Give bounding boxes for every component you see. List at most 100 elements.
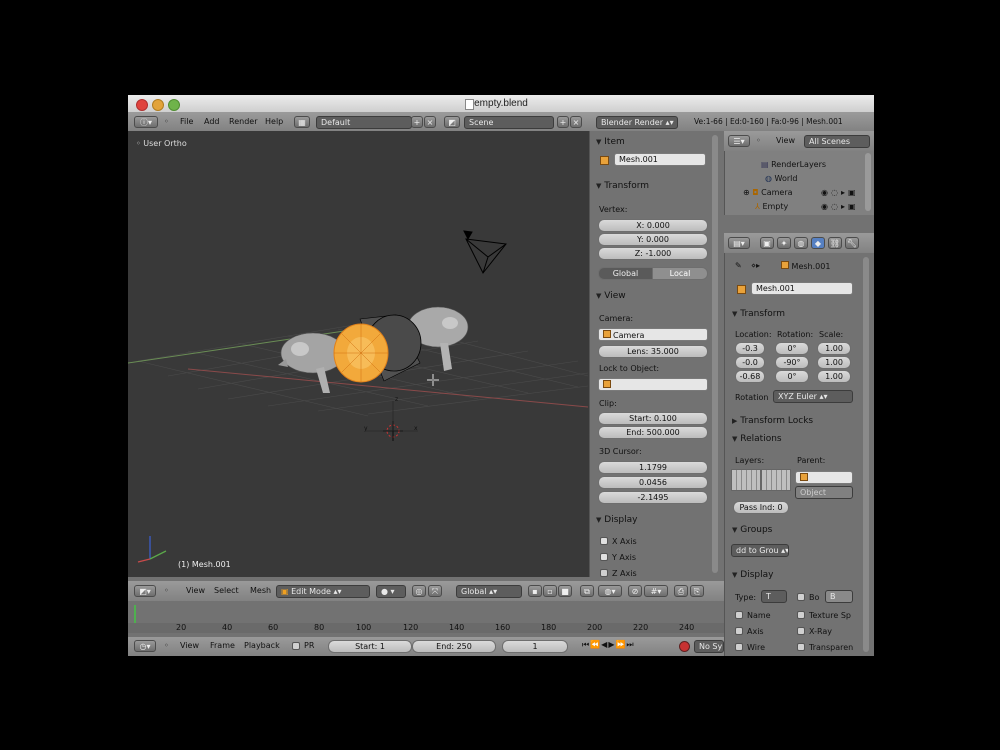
shelf-scrollbar[interactable]	[712, 135, 718, 573]
x-axis-checkbox[interactable]	[600, 537, 608, 545]
render-icon[interactable]: ⎙	[674, 585, 688, 597]
remove-scene-icon[interactable]: ×	[570, 116, 582, 128]
editor-type-info-icon[interactable]: ⓘ▾	[134, 116, 158, 128]
menu-mesh[interactable]: Mesh	[250, 586, 271, 595]
outliner-scrollbar[interactable]	[865, 153, 871, 211]
menu-playback[interactable]: Playback	[244, 641, 280, 650]
vertex-select-icon[interactable]: ▪	[528, 585, 542, 597]
start-frame-field[interactable]: Start: 1	[328, 640, 412, 653]
transform-panel-header[interactable]: ▼ Transform	[596, 181, 649, 191]
manipulator-icon[interactable]: ⤧	[428, 585, 442, 597]
parent-field[interactable]	[795, 471, 853, 484]
render-engine-select[interactable]: Blender Render ▴▾	[596, 116, 678, 129]
groups-header[interactable]: ▼ Groups	[732, 525, 772, 535]
scene-tab-icon[interactable]: ✦	[777, 237, 791, 249]
face-select-icon[interactable]: ■	[558, 585, 572, 597]
global-toggle[interactable]: Global	[598, 267, 653, 280]
snap-element-icon[interactable]: #▾	[644, 585, 668, 597]
texture-space-checkbox[interactable]	[797, 611, 805, 619]
menu-render[interactable]: Render	[229, 117, 257, 126]
xray-checkbox[interactable]	[797, 627, 805, 635]
parent-type-select[interactable]: Object	[795, 486, 853, 499]
editor-type-outliner-icon[interactable]: ☰▾	[728, 135, 750, 147]
y-axis-checkbox[interactable]	[600, 553, 608, 561]
bounds-checkbox[interactable]	[797, 593, 805, 601]
location-y-field[interactable]: -0.0	[735, 356, 765, 369]
menu-add[interactable]: Add	[204, 117, 220, 126]
axis-checkbox[interactable]	[735, 627, 743, 635]
shading-select[interactable]: ● ▾	[376, 585, 406, 598]
object-tab-icon[interactable]: ◆	[811, 237, 825, 249]
record-icon[interactable]	[679, 641, 690, 652]
menu-frame[interactable]: Frame	[210, 641, 235, 650]
modifiers-tab-icon[interactable]: 🔧︎	[845, 237, 859, 249]
item-panel-header[interactable]: ▼ Item	[596, 137, 625, 147]
outliner-item[interactable]: ⅄ Empty	[755, 202, 788, 211]
lens-field[interactable]: Lens: 35.000	[598, 345, 708, 358]
pass-index-field[interactable]: Pass Ind: 0	[733, 501, 789, 514]
editor-type-timeline-icon[interactable]: ◷▾	[134, 640, 156, 652]
vertex-x-field[interactable]: X: 0.000	[598, 219, 708, 232]
render-anim-icon[interactable]: ⎘	[690, 585, 704, 597]
sync-select[interactable]: No Sync	[694, 640, 724, 653]
menu-view[interactable]: View	[186, 586, 205, 595]
outliner-item[interactable]: ⊕ ◘ Camera	[743, 188, 793, 197]
properties-scrollbar[interactable]	[863, 257, 869, 652]
visibility-icons[interactable]: ◉◌▸▣	[821, 202, 859, 211]
rotation-y-field[interactable]: -90°	[775, 356, 809, 369]
local-toggle[interactable]: Local	[652, 267, 708, 280]
constraints-tab-icon[interactable]: ⛓	[828, 237, 842, 249]
visibility-icons[interactable]: ◉◌▸▣	[821, 188, 859, 197]
object-transform-header[interactable]: ▼ Transform	[732, 309, 785, 319]
proportional-edit-icon[interactable]: ◍▾	[598, 585, 622, 597]
mode-select[interactable]: ▣ Edit Mode ▴▾	[276, 585, 370, 598]
editor-type-3dview-icon[interactable]: ◩▾	[134, 585, 156, 597]
camera-field[interactable]: Camera	[598, 328, 708, 341]
render-tab-icon[interactable]: ▣	[760, 237, 774, 249]
object-display-header[interactable]: ▼ Display	[732, 570, 773, 580]
transform-locks-header[interactable]: ▶ Transform Locks	[732, 416, 813, 426]
playback-controls[interactable]: ⏮⏪◀▶⏩⏭	[582, 640, 672, 653]
clip-start-field[interactable]: Start: 0.100	[598, 412, 708, 425]
preview-range-checkbox[interactable]	[292, 642, 300, 650]
scale-y-field[interactable]: 1.00	[817, 356, 851, 369]
scale-z-field[interactable]: 1.00	[817, 370, 851, 383]
display-type-select[interactable]: T	[761, 590, 787, 603]
menu-view[interactable]: View	[180, 641, 199, 650]
menu-file[interactable]: File	[180, 117, 193, 126]
transparent-checkbox[interactable]	[797, 643, 805, 651]
scene-field[interactable]: Scene	[464, 116, 554, 129]
collapse-menu-icon[interactable]: ◦	[164, 117, 169, 126]
add-layout-icon[interactable]: +	[411, 116, 423, 128]
clip-end-field[interactable]: End: 500.000	[598, 426, 708, 439]
bounds-type-select[interactable]: B	[825, 590, 853, 603]
limit-selection-icon[interactable]: ⧉	[580, 585, 594, 597]
snap-icon[interactable]: ⊘	[628, 585, 642, 597]
view-panel-header[interactable]: ▼ View	[596, 291, 626, 301]
lock-object-field[interactable]	[598, 378, 708, 391]
menu-help[interactable]: Help	[265, 117, 283, 126]
remove-layout-icon[interactable]: ×	[424, 116, 436, 128]
relations-header[interactable]: ▼ Relations	[732, 434, 782, 444]
z-axis-checkbox[interactable]	[600, 569, 608, 577]
item-name-field[interactable]: Mesh.001	[614, 153, 706, 166]
outliner-item[interactable]: ◍ World	[765, 174, 797, 183]
3d-viewport[interactable]: ◦ User Ortho z x y (1) Mesh.001	[128, 131, 589, 577]
pivot-icon[interactable]: ◎	[412, 585, 426, 597]
orientation-select[interactable]: Global ▴▾	[456, 585, 522, 598]
display-panel-header[interactable]: ▼ Display	[596, 515, 637, 525]
add-to-group-button[interactable]: dd to Grou ▴▾	[731, 544, 789, 557]
wire-checkbox[interactable]	[735, 643, 743, 651]
end-frame-field[interactable]: End: 250	[412, 640, 496, 653]
pin-icon[interactable]: ✎	[735, 261, 742, 270]
location-x-field[interactable]: -0.3	[735, 342, 765, 355]
editor-type-properties-icon[interactable]: ▤▾	[728, 237, 750, 249]
outliner-view-menu[interactable]: View	[776, 136, 795, 145]
layers-grid-left[interactable]	[731, 469, 761, 491]
name-checkbox[interactable]	[735, 611, 743, 619]
outliner-item[interactable]: ▤ RenderLayers	[761, 160, 826, 169]
edge-select-icon[interactable]: ▫	[543, 585, 557, 597]
vertex-z-field[interactable]: Z: -1.000	[598, 247, 708, 260]
scene-icon[interactable]: ◩	[444, 116, 460, 128]
screen-layout-icon[interactable]: ▦	[294, 116, 310, 128]
